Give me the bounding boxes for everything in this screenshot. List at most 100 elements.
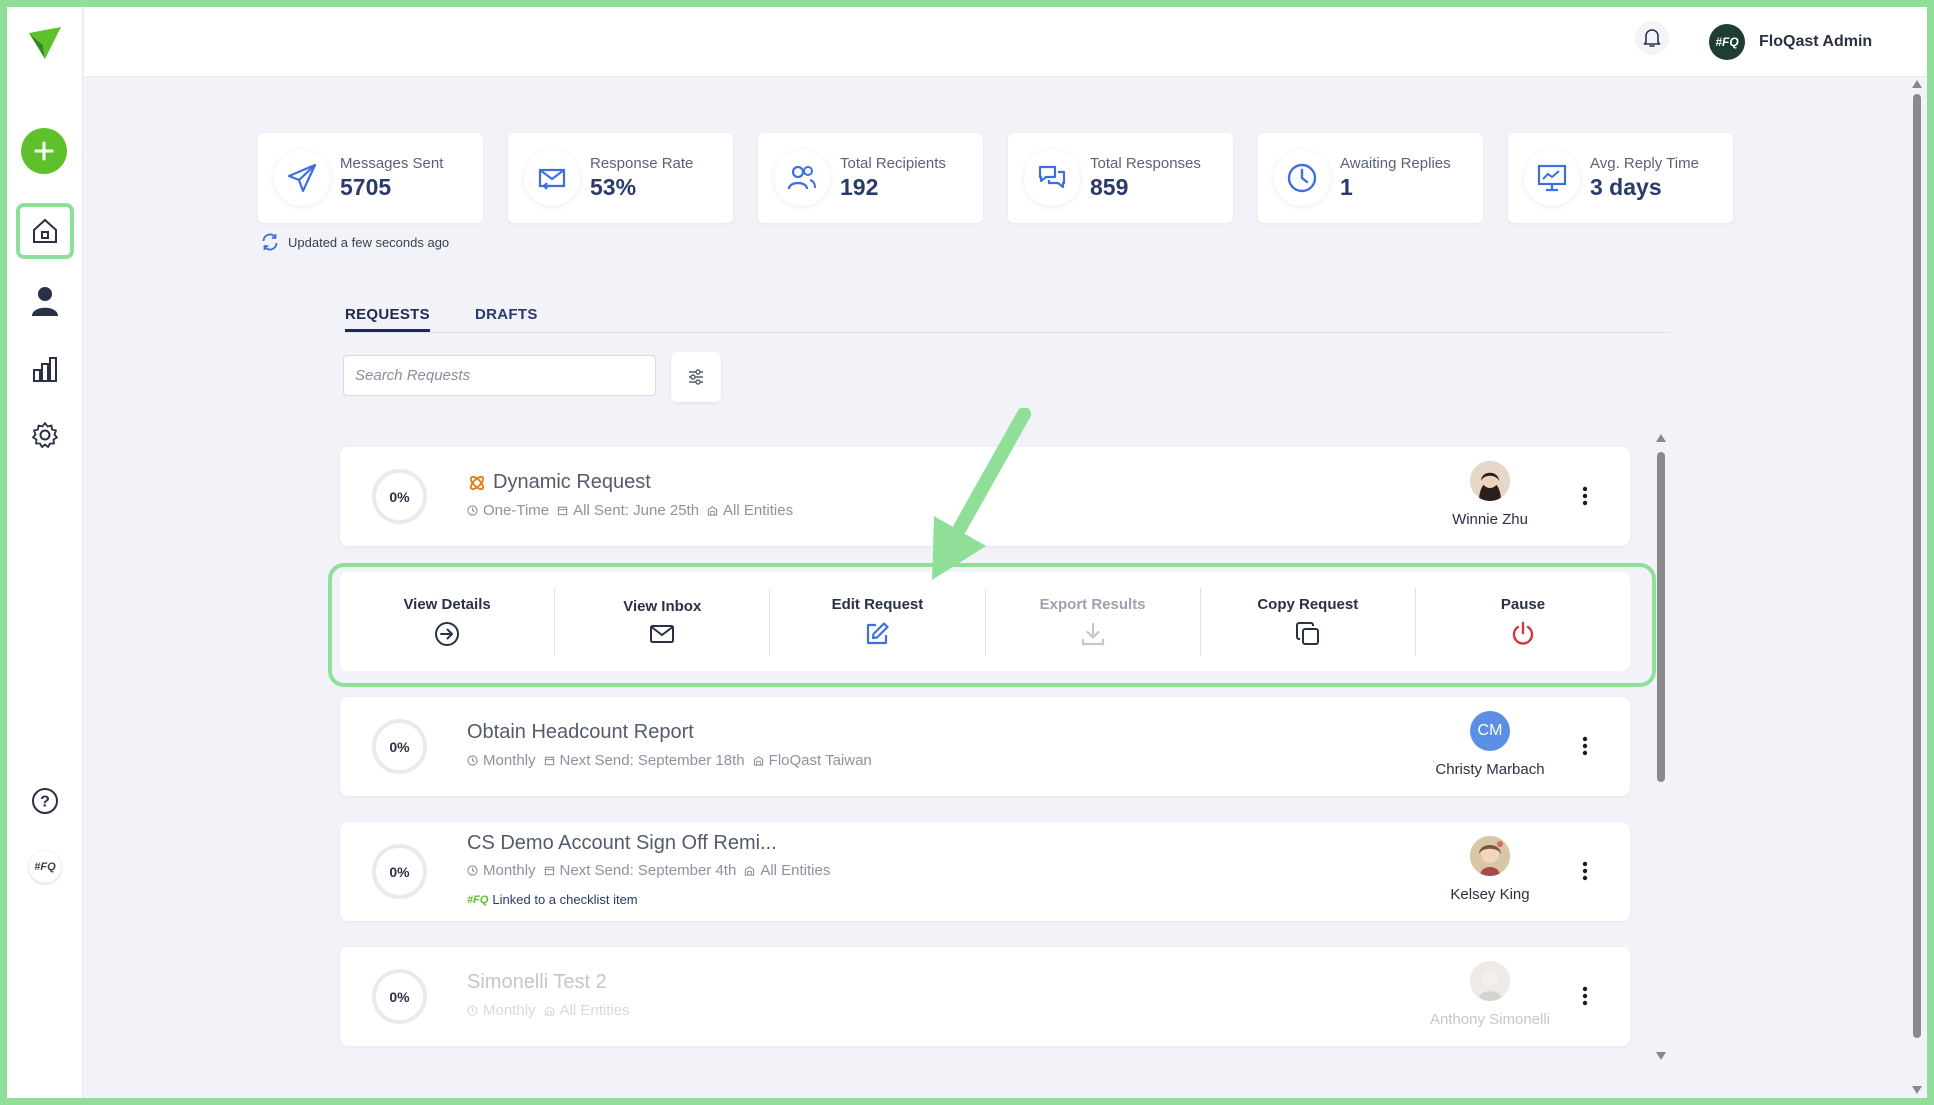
filter-button[interactable] (671, 352, 721, 402)
copy-request-button[interactable]: Copy Request (1201, 587, 1416, 656)
nav-reports[interactable] (16, 341, 74, 397)
tab-drafts[interactable]: DRAFTS (475, 306, 538, 329)
notifications-button[interactable] (1635, 21, 1669, 55)
stat-value: 5705 (340, 174, 392, 200)
more-options-button[interactable] (1572, 733, 1598, 759)
envelope-icon (650, 625, 675, 643)
more-options-button[interactable] (1572, 983, 1598, 1009)
user-avatar[interactable]: #FQ (1709, 24, 1745, 60)
request-title[interactable]: Simonelli Test 2 (467, 971, 607, 994)
bar-chart-icon (33, 357, 57, 382)
export-results-button[interactable]: Export Results (986, 587, 1201, 656)
stat-value: 1 (1340, 174, 1353, 200)
avatar (1470, 961, 1510, 1001)
request-owner: Kelsey King (1400, 836, 1580, 903)
stat-label: Avg. Reply Time (1590, 155, 1699, 172)
stat-value: 192 (840, 174, 879, 200)
progress-ring: 0% (372, 844, 427, 899)
stat-value: 859 (1090, 174, 1129, 200)
action-label: Pause (1500, 596, 1546, 613)
clock-icon (1287, 163, 1317, 193)
nav-settings[interactable] (16, 407, 74, 463)
stat-label: Awaiting Replies (1340, 155, 1451, 172)
action-label: Edit Request (831, 596, 924, 613)
action-label: Export Results (1039, 596, 1146, 613)
checklist-link[interactable]: #FQ Linked to a checklist item (467, 892, 638, 907)
action-label: Copy Request (1257, 596, 1359, 613)
user-name[interactable]: FloQast Admin (1759, 33, 1872, 51)
pencil-edit-icon (867, 622, 890, 645)
clock-icon (467, 755, 478, 766)
stat-label: Messages Sent (340, 155, 444, 172)
stat-avg-reply-time: Avg. Reply Time 3 days (1508, 133, 1733, 223)
building-icon (707, 506, 718, 516)
kebab-menu-icon (1582, 486, 1588, 506)
progress-ring: 0% (372, 719, 427, 774)
fq-link-badge: #FQ (467, 893, 489, 906)
owner-name: Winnie Zhu (1452, 511, 1528, 528)
floqast-logo[interactable] (27, 25, 63, 61)
nav-floqast[interactable]: #FQ (16, 839, 74, 895)
request-card[interactable]: 0% Obtain Headcount Report Monthly Next … (340, 697, 1630, 796)
stat-label: Total Recipients (840, 155, 946, 172)
svg-text:?: ? (40, 794, 50, 811)
request-card[interactable]: 0% CS Demo Account Sign Off Remi... Mont… (340, 822, 1630, 921)
stat-response-rate: Response Rate 53% (508, 133, 733, 223)
request-entity: All Entities (723, 502, 794, 519)
sliders-icon (689, 369, 703, 385)
request-frequency: Monthly (483, 862, 536, 879)
view-inbox-button[interactable]: View Inbox (555, 587, 771, 656)
monitor-chart-icon (1537, 164, 1567, 192)
request-frequency: One-Time (483, 502, 550, 519)
request-schedule: Next Send: September 4th (559, 862, 737, 879)
mail-reply-icon (538, 168, 566, 190)
kebab-menu-icon (1582, 986, 1588, 1006)
request-title[interactable]: Obtain Headcount Report (467, 721, 694, 744)
linked-text: Linked to a checklist item (492, 892, 638, 907)
download-icon (1081, 622, 1104, 646)
progress-ring: 0% (372, 469, 427, 524)
tab-requests[interactable]: REQUESTS (345, 306, 430, 332)
avatar (1470, 836, 1510, 876)
refresh-icon[interactable] (260, 232, 280, 252)
clock-icon (467, 505, 478, 516)
person-icon (32, 287, 58, 316)
stat-messages-sent: Messages Sent 5705 (258, 133, 483, 223)
more-options-button[interactable] (1572, 483, 1598, 509)
page-scrollbar[interactable] (1910, 78, 1924, 1098)
home-icon (33, 218, 57, 243)
search-input[interactable] (343, 355, 656, 396)
copy-icon (1295, 622, 1319, 645)
more-options-button[interactable] (1572, 858, 1598, 884)
nav-home[interactable] (16, 203, 74, 259)
request-card[interactable]: 0% Simonelli Test 2 Monthly All Entities… (340, 947, 1630, 1046)
gear-icon (32, 422, 58, 448)
stat-label: Total Responses (1090, 155, 1201, 172)
pause-button[interactable]: Pause (1416, 588, 1630, 656)
list-scrollbar[interactable] (1655, 432, 1667, 1062)
stat-value: 3 days (1590, 174, 1662, 200)
edit-request-button[interactable]: Edit Request (770, 587, 986, 656)
fq-badge: #FQ (29, 851, 61, 883)
request-title[interactable]: Dynamic Request (493, 471, 651, 494)
calendar-icon (544, 866, 554, 876)
request-title[interactable]: CS Demo Account Sign Off Remi... (467, 832, 777, 855)
stat-value: 53% (590, 174, 637, 200)
action-label: View Details (403, 596, 491, 613)
request-entity: All Entities (760, 862, 831, 879)
power-icon (1512, 621, 1534, 645)
stats-row: Messages Sent 5705 Response Rate 53% Total… (258, 133, 1733, 223)
chat-icon (1038, 165, 1066, 189)
view-details-button[interactable]: View Details (340, 587, 556, 656)
kebab-menu-icon (1582, 861, 1588, 881)
building-icon (745, 866, 755, 876)
add-request-button[interactable] (21, 128, 67, 174)
request-owner: Winnie Zhu (1400, 461, 1580, 528)
users-icon (787, 165, 816, 190)
owner-name: Christy Marbach (1435, 761, 1545, 778)
nav-help[interactable]: ? (16, 773, 74, 829)
request-entity: All Entities (559, 1002, 630, 1019)
stat-label: Response Rate (590, 155, 694, 172)
clock-icon (467, 865, 478, 876)
nav-people[interactable] (16, 273, 74, 329)
